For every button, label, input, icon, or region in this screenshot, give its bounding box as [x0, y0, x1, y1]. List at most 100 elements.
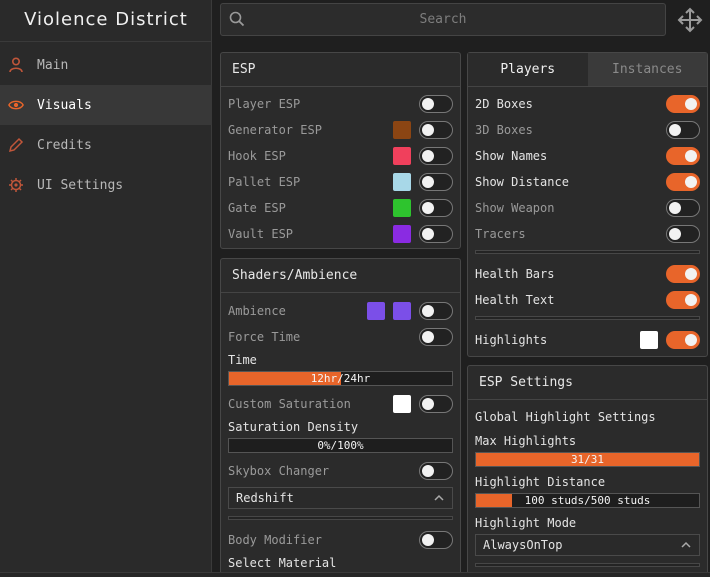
sidebar-nav: Main Visuals Credits UI Settings	[0, 45, 212, 205]
show-distance-toggle[interactable]	[666, 173, 700, 191]
hook-esp-toggle[interactable]	[419, 147, 453, 165]
ambience-color-picker-1[interactable]	[367, 302, 385, 320]
pallet-esp-label: Pallet ESP	[228, 175, 301, 189]
health-text-label: Health Text	[475, 293, 555, 307]
esp-settings-panel: ESP Settings Global Highlight Settings M…	[467, 365, 708, 577]
highlights-label: Highlights	[475, 333, 548, 347]
health-bars-row: Health Bars	[475, 264, 700, 284]
esp-settings-title: ESP Settings	[468, 366, 707, 400]
tracers-row: Tracers	[475, 224, 700, 244]
tracers-toggle[interactable]	[666, 225, 700, 243]
vault-esp-label: Vault ESP	[228, 227, 294, 241]
generator-esp-toggle[interactable]	[419, 121, 453, 139]
esp-panel: ESP Player ESP Generator ESP Hook ESP Pa…	[220, 52, 461, 249]
pallet-esp-toggle[interactable]	[419, 173, 453, 191]
time-slider-value: 12hr/24hr	[310, 372, 371, 385]
players-panel: Players Instances 2D Boxes 3D Boxes Show…	[467, 52, 708, 357]
tab-bar: Players Instances	[468, 53, 707, 87]
vault-esp-color-picker[interactable]	[393, 225, 411, 243]
skybox-dropdown-value: Redshift	[236, 491, 294, 505]
sidebar-item-label: UI Settings	[37, 177, 124, 193]
force-time-label: Force Time	[228, 330, 301, 344]
force-time-toggle[interactable]	[419, 328, 453, 346]
sidebar-item-main[interactable]: Main	[0, 45, 212, 85]
skybox-changer-toggle[interactable]	[419, 462, 453, 480]
custom-saturation-color-picker[interactable]	[393, 395, 411, 413]
user-icon	[8, 57, 24, 73]
show-weapon-label: Show Weapon	[475, 201, 555, 215]
search-input[interactable]: Search	[221, 12, 665, 27]
sidebar-item-label: Credits	[37, 137, 92, 153]
pallet-esp-color-picker[interactable]	[393, 173, 411, 191]
show-names-toggle[interactable]	[666, 147, 700, 165]
highlights-row: Highlights	[475, 330, 700, 350]
highlight-mode-value: AlwaysOnTop	[483, 538, 563, 552]
esp-panel-title: ESP	[221, 53, 460, 87]
3d-boxes-toggle[interactable]	[666, 121, 700, 139]
highlight-mode-dropdown[interactable]: AlwaysOnTop	[475, 534, 700, 556]
show-weapon-toggle[interactable]	[666, 199, 700, 217]
2d-boxes-toggle[interactable]	[666, 95, 700, 113]
sidebar: Violence District Main Visuals Credits U…	[0, 0, 212, 577]
divider	[475, 316, 700, 320]
gate-esp-toggle[interactable]	[419, 199, 453, 217]
move-icon[interactable]	[676, 6, 704, 38]
health-bars-toggle[interactable]	[666, 265, 700, 283]
body-modifier-label: Body Modifier	[228, 533, 322, 547]
chevron-up-icon	[681, 535, 691, 555]
divider	[475, 250, 700, 254]
tab-instances[interactable]: Instances	[587, 53, 707, 86]
hook-esp-label: Hook ESP	[228, 149, 286, 163]
sidebar-item-label: Visuals	[37, 97, 92, 113]
gate-esp-color-picker[interactable]	[393, 199, 411, 217]
saturation-density-slider[interactable]: 0%/100%	[228, 438, 453, 453]
highlight-mode-label: Highlight Mode	[475, 516, 577, 530]
sidebar-item-label: Main	[37, 57, 69, 73]
skybox-dropdown[interactable]: Redshift	[228, 487, 453, 509]
custom-saturation-label: Custom Saturation	[228, 397, 351, 411]
show-distance-label: Show Distance	[475, 175, 569, 189]
generator-esp-color-picker[interactable]	[393, 121, 411, 139]
divider	[475, 563, 700, 567]
pencil-icon	[8, 137, 24, 153]
custom-saturation-toggle[interactable]	[419, 395, 453, 413]
gear-icon	[8, 177, 24, 193]
tracers-label: Tracers	[475, 227, 526, 241]
health-text-toggle[interactable]	[666, 291, 700, 309]
2d-boxes-label: 2D Boxes	[475, 97, 533, 111]
highlight-distance-value: 100 studs/500 studs	[524, 494, 651, 507]
vault-esp-toggle[interactable]	[419, 225, 453, 243]
3d-boxes-label: 3D Boxes	[475, 123, 533, 137]
generator-esp-label: Generator ESP	[228, 123, 322, 137]
show-distance-row: Show Distance	[475, 172, 700, 192]
sidebar-item-visuals[interactable]: Visuals	[0, 85, 212, 125]
time-slider-label: Time	[228, 353, 257, 367]
hook-esp-row: Hook ESP	[228, 146, 453, 166]
sidebar-item-ui-settings[interactable]: UI Settings	[0, 165, 212, 205]
player-esp-toggle[interactable]	[419, 95, 453, 113]
shaders-panel: Shaders/Ambience Ambience Force Time Tim…	[220, 258, 461, 577]
highlight-distance-slider[interactable]: 100 studs/500 studs	[475, 493, 700, 508]
custom-saturation-row: Custom Saturation	[228, 394, 453, 414]
search-bar[interactable]: Search	[220, 3, 666, 36]
force-time-row: Force Time	[228, 327, 453, 347]
body-modifier-toggle[interactable]	[419, 531, 453, 549]
gate-esp-row: Gate ESP	[228, 198, 453, 218]
ambience-row: Ambience	[228, 301, 453, 321]
player-esp-label: Player ESP	[228, 97, 301, 111]
tab-players[interactable]: Players	[468, 53, 588, 86]
bottom-bar	[0, 572, 710, 577]
3d-boxes-row: 3D Boxes	[475, 120, 700, 140]
sidebar-item-credits[interactable]: Credits	[0, 125, 212, 165]
select-material-label: Select Material	[228, 556, 337, 570]
time-slider[interactable]: 12hr/24hr	[228, 371, 453, 386]
health-bars-label: Health Bars	[475, 267, 555, 281]
highlights-toggle[interactable]	[666, 331, 700, 349]
2d-boxes-row: 2D Boxes	[475, 94, 700, 114]
ambience-toggle[interactable]	[419, 302, 453, 320]
ambience-color-picker-2[interactable]	[393, 302, 411, 320]
hook-esp-color-picker[interactable]	[393, 147, 411, 165]
highlight-distance-label: Highlight Distance	[475, 475, 606, 489]
highlights-color-picker[interactable]	[640, 331, 658, 349]
max-highlights-slider[interactable]: 31/31	[475, 452, 700, 467]
